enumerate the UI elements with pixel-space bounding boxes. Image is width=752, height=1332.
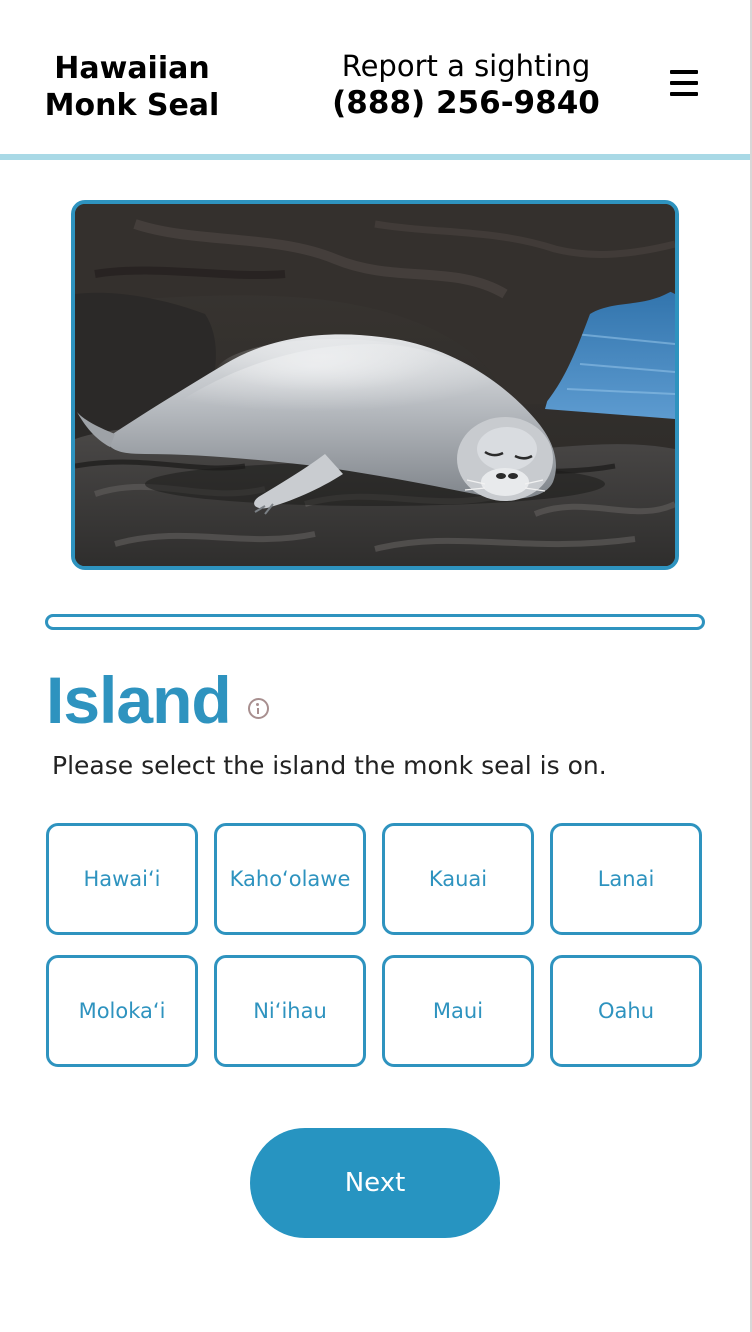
menu-bar: [670, 92, 698, 96]
report-sighting[interactable]: Report a sighting (888) 256-9840: [316, 47, 616, 121]
brand-line-2: Monk Seal: [44, 88, 220, 123]
page: Hawaiian Monk Seal Report a sighting (88…: [0, 0, 752, 1332]
island-option-kauai[interactable]: Kauai: [382, 823, 534, 935]
site-header: Hawaiian Monk Seal Report a sighting (88…: [0, 0, 750, 160]
island-option-lanai[interactable]: Lanai: [550, 823, 702, 935]
monk-seal-photo: [71, 200, 679, 570]
site-brand[interactable]: Hawaiian Monk Seal: [32, 50, 232, 124]
island-option-molokai[interactable]: Moloka‘i: [46, 955, 198, 1067]
island-option-maui[interactable]: Maui: [382, 955, 534, 1067]
report-sighting-label: Report a sighting: [341, 49, 591, 83]
island-option-oahu[interactable]: Oahu: [550, 955, 702, 1067]
menu-bar: [670, 81, 698, 85]
question-prompt: Please select the island the monk seal i…: [52, 751, 607, 780]
island-option-hawaii[interactable]: Hawai‘i: [46, 823, 198, 935]
progress-bar: [45, 614, 705, 630]
hamburger-menu-icon[interactable]: [664, 66, 704, 102]
monk-seal-image: [75, 204, 675, 566]
island-options: Hawai‘i Kaho‘olawe Kauai Lanai Moloka‘i …: [46, 823, 704, 1067]
question-title: Island: [46, 663, 232, 737]
report-phone-number[interactable]: (888) 256-9840: [316, 85, 616, 121]
island-option-kahoolawe[interactable]: Kaho‘olawe: [214, 823, 366, 935]
next-button[interactable]: Next: [250, 1128, 500, 1238]
brand-line-1: Hawaiian: [54, 51, 210, 86]
menu-bar: [670, 70, 698, 74]
info-icon[interactable]: [248, 698, 269, 719]
island-option-niihau[interactable]: Ni‘ihau: [214, 955, 366, 1067]
